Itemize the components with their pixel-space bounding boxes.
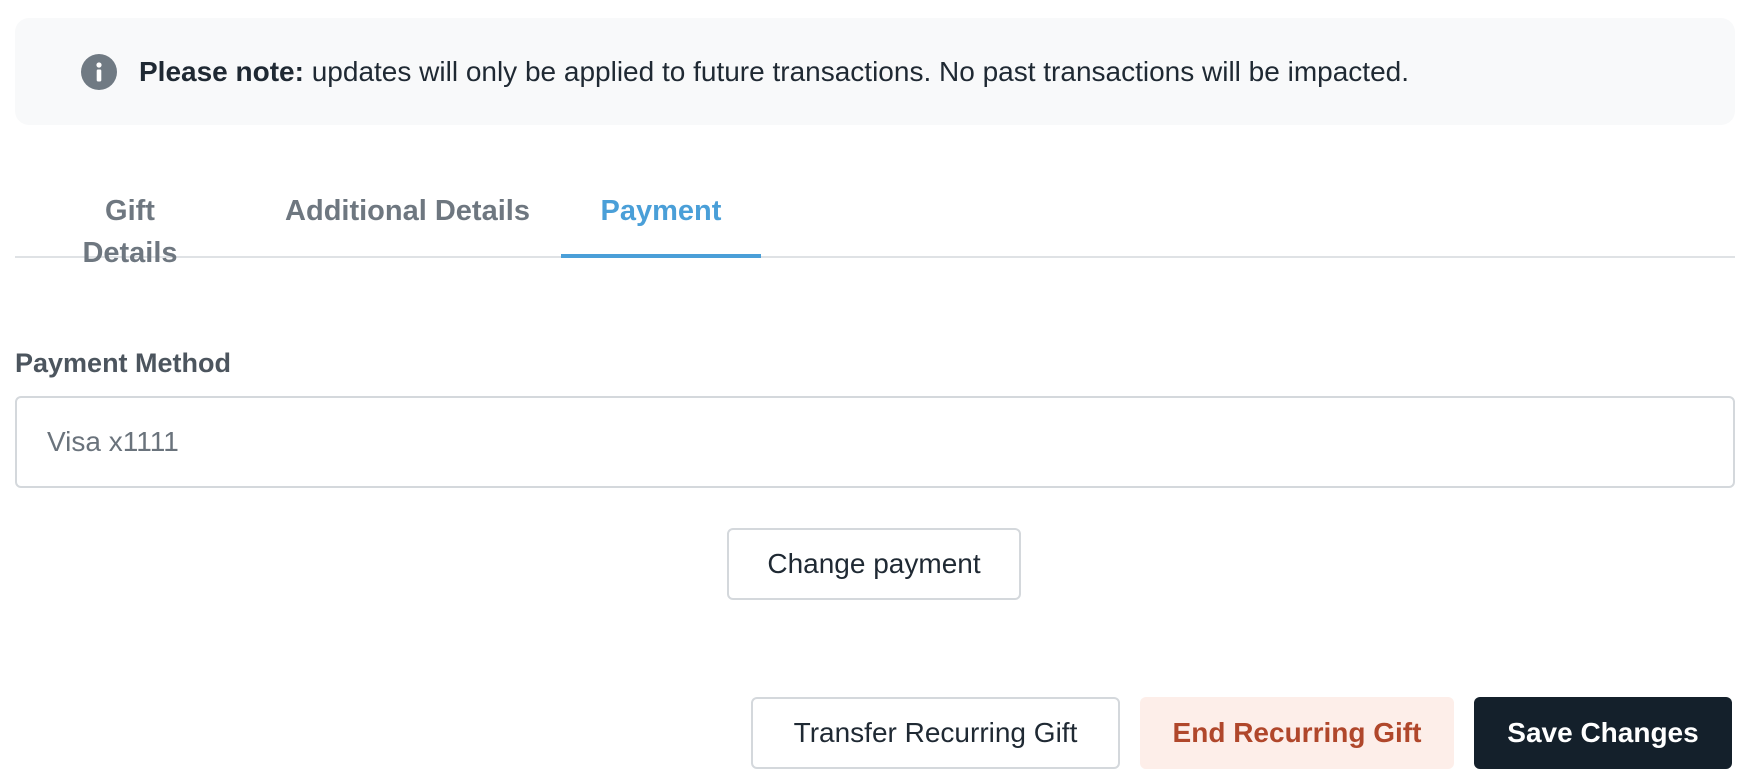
- end-recurring-gift-button[interactable]: End Recurring Gift: [1140, 697, 1454, 769]
- payment-method-field[interactable]: Visa x1111: [15, 396, 1735, 488]
- tab-gift-details[interactable]: Gift Details: [55, 190, 205, 269]
- info-icon-glyph: [96, 61, 102, 81]
- info-icon: [81, 53, 117, 90]
- save-changes-button[interactable]: Save Changes: [1474, 697, 1732, 769]
- payment-method-label: Payment Method: [15, 348, 232, 378]
- notice-bold-text: Please note:: [139, 55, 304, 87]
- tab-bar: Gift Details Additional Details Payment: [15, 190, 1735, 269]
- tab-additional-details[interactable]: Additional Details: [285, 190, 530, 258]
- tab-payment[interactable]: Payment: [561, 190, 761, 258]
- change-payment-button[interactable]: Change payment: [727, 528, 1021, 600]
- notice-text: Please note: updates will only be applie…: [139, 56, 1409, 88]
- payment-method-value: Visa x1111: [47, 426, 179, 457]
- notice-message: updates will only be applied to future t…: [303, 55, 1409, 87]
- update-notice-banner: Please note: updates will only be applie…: [15, 18, 1735, 125]
- transfer-recurring-gift-button[interactable]: Transfer Recurring Gift: [751, 697, 1120, 769]
